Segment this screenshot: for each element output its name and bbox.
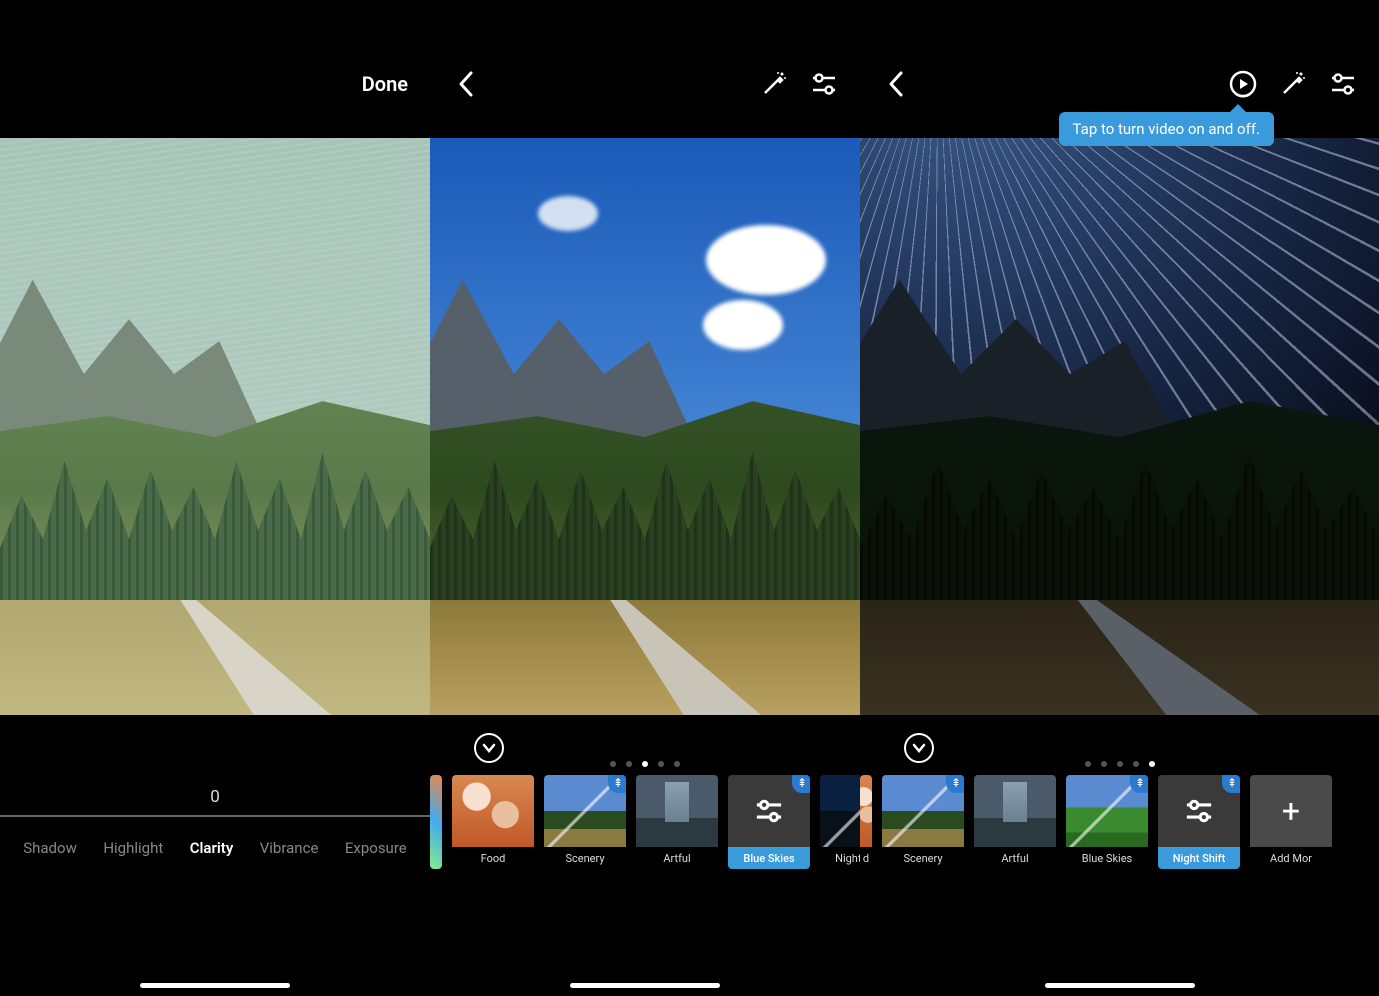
- filter-label: Add Mor: [1250, 847, 1332, 869]
- filter-item-scenery[interactable]: ⇞ Scenery: [544, 775, 626, 869]
- chevron-down-icon: [482, 743, 496, 753]
- tab-exposure[interactable]: Exposure: [345, 839, 407, 857]
- download-badge-icon: ⇞: [946, 775, 964, 793]
- filter-label: d: [860, 847, 872, 869]
- home-indicator[interactable]: [570, 983, 720, 988]
- adjustment-slider[interactable]: [0, 815, 430, 817]
- filter-item-blue-skies[interactable]: ⇞ Blue Skies: [728, 775, 810, 869]
- sliders-icon: [752, 794, 786, 828]
- filter-item-night-shift[interactable]: ⇞ Night Shift: [820, 775, 860, 869]
- filter-item-blue-skies[interactable]: ⇞ Blue Skies: [1066, 775, 1148, 869]
- sliders-icon: [1329, 70, 1357, 98]
- filter-item-night-shift[interactable]: ⇞ Night Shift: [1158, 775, 1240, 869]
- filter-label: Artful: [974, 847, 1056, 869]
- page-dots[interactable]: [1085, 761, 1155, 767]
- tab-vibrance[interactable]: Vibrance: [260, 839, 319, 857]
- download-badge-icon: ⇞: [1222, 775, 1240, 793]
- preview-image-2: [430, 138, 860, 715]
- filter-label: Scenery: [882, 847, 964, 869]
- filter-strip[interactable]: Food ⇞ Scenery Artful ⇞ Blue Skies: [430, 763, 860, 869]
- magic-wand-button[interactable]: [758, 68, 790, 100]
- video-toggle-button[interactable]: [1227, 68, 1259, 100]
- tab-highlight[interactable]: Highlight: [103, 839, 163, 857]
- done-button[interactable]: Done: [362, 72, 408, 96]
- adjustment-tabs: Shadow Highlight Clarity Vibrance Exposu…: [0, 817, 430, 879]
- home-indicator[interactable]: [140, 983, 290, 988]
- chevron-down-icon: [912, 743, 926, 753]
- tooltip: Tap to turn video on and off.: [1059, 112, 1274, 146]
- filter-label: Food: [452, 847, 534, 869]
- magic-wand-icon: [1279, 70, 1307, 98]
- filter-item-scenery[interactable]: ⇞ Scenery: [882, 775, 964, 869]
- magic-wand-icon: [760, 70, 788, 98]
- filter-label: Night Shift: [820, 847, 860, 869]
- filter-item-add-more[interactable]: + Add Mor: [1250, 775, 1332, 869]
- filter-item-food[interactable]: Food: [452, 775, 534, 869]
- download-badge-icon: ⇞: [608, 775, 626, 793]
- filter-item-partial[interactable]: [430, 775, 442, 869]
- download-badge-icon: ⇞: [792, 775, 810, 793]
- back-button[interactable]: [880, 68, 912, 100]
- plus-icon: +: [1250, 775, 1332, 847]
- chevron-left-icon: [458, 71, 474, 97]
- play-circle-icon: [1228, 69, 1258, 99]
- magic-wand-button[interactable]: [1277, 68, 1309, 100]
- tab-shadow[interactable]: Shadow: [23, 839, 77, 857]
- chevron-left-icon: [888, 71, 904, 97]
- collapse-button[interactable]: [904, 733, 934, 763]
- back-button[interactable]: [450, 68, 482, 100]
- download-badge-icon: ⇞: [1130, 775, 1148, 793]
- home-indicator[interactable]: [1045, 983, 1195, 988]
- adjust-button[interactable]: [808, 68, 840, 100]
- filter-item-artful[interactable]: Artful: [636, 775, 718, 869]
- filter-item-artful[interactable]: Artful: [974, 775, 1056, 869]
- sliders-icon: [810, 70, 838, 98]
- preview-image-3: [860, 138, 1379, 715]
- filter-label: Artful: [636, 847, 718, 869]
- filter-label: Scenery: [544, 847, 626, 869]
- preview-image-1: [0, 138, 430, 715]
- filter-label: Blue Skies: [1066, 847, 1148, 869]
- adjust-button[interactable]: [1327, 68, 1359, 100]
- slider-value: 0: [0, 715, 430, 807]
- filter-strip[interactable]: d ⇞ Scenery Artful ⇞ Blue Skies ⇞: [860, 763, 1379, 869]
- filter-label: Night Shift: [1158, 847, 1240, 869]
- filter-label: Blue Skies: [728, 847, 810, 869]
- sliders-icon: [1182, 794, 1216, 828]
- page-dots[interactable]: [610, 761, 680, 767]
- filter-item-partial[interactable]: d: [860, 775, 872, 869]
- collapse-button[interactable]: [474, 733, 504, 763]
- tab-clarity[interactable]: Clarity: [190, 839, 234, 857]
